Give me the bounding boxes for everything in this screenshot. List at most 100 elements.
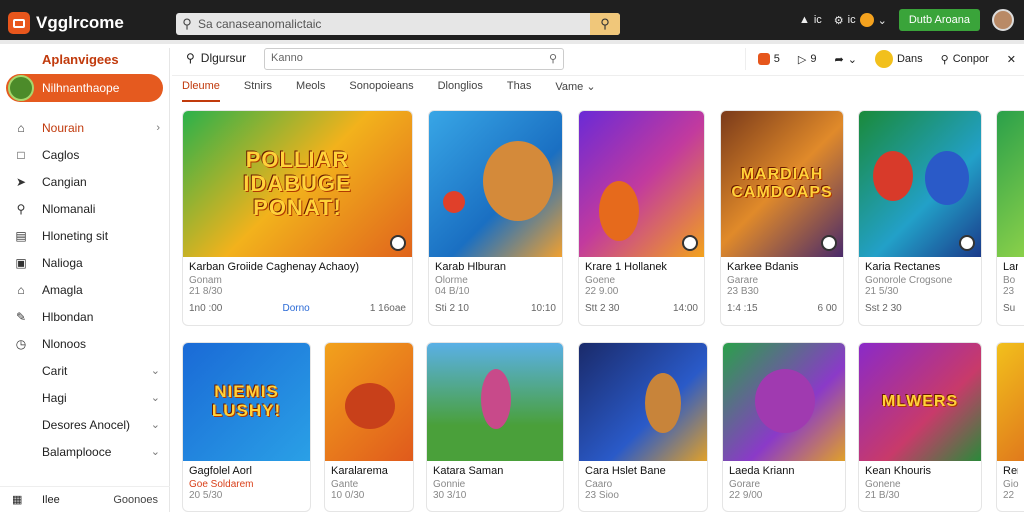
orange-badge-button[interactable]: 5 <box>757 53 780 65</box>
share-icon: ➦ <box>834 53 844 66</box>
chevron-right-icon: › <box>156 121 160 134</box>
game-card[interactable]: Karia Rectanes Gonorole Crogsone 21 5/30… <box>858 110 982 326</box>
coin-icon <box>859 13 874 27</box>
game-thumbnail <box>859 111 981 257</box>
game-thumbnail <box>429 111 562 257</box>
dans-button[interactable]: Dans <box>874 50 923 68</box>
game-title: Karkee Bdanis <box>727 261 799 273</box>
sidebar-subitem-desores[interactable]: Desores Anocel) ⌄ <box>0 411 170 438</box>
game-title: Rer <box>1003 465 1018 477</box>
tab-stnirs[interactable]: Stnirs <box>244 80 272 102</box>
sidebar-pill-button[interactable]: Nilhnanthaope <box>6 74 163 102</box>
book-icon: ▤ <box>15 228 27 243</box>
home-icon: ⌂ <box>17 120 25 135</box>
search-icon: ⚲ <box>548 53 557 65</box>
image-icon: ▣ <box>15 255 27 270</box>
badge-icon <box>390 235 406 251</box>
sidebar-subitem-balamplooce[interactable]: Balamplooce ⌄ <box>0 438 170 465</box>
share-button[interactable]: ➦ ⌄ <box>835 53 857 66</box>
game-card[interactable]: Katara Saman Gonnie 30 3/10 <box>426 342 564 512</box>
sidebar: Aplanvigees Nilhnanthaope ⌂ Nourain › □ Cag… <box>0 48 170 512</box>
sidebar-item-hloneting[interactable]: ▤ Hloneting sit <box>0 222 170 249</box>
sidebar-item-cangian[interactable]: ➤ Cangian <box>0 168 170 195</box>
bell-icon: ▲ <box>798 14 810 26</box>
sidebar-list: ⌂ Nourain › □ Caglos ➤ Cangian ⚲ Nlomanali ▤ H… <box>0 114 170 465</box>
tab-dleume[interactable]: Dleume <box>182 80 220 102</box>
sidebar-item-amagla[interactable]: ⌂ Amagla <box>0 276 170 303</box>
sidebar-item-hlbondan[interactable]: ✎ Hlbondan <box>0 303 170 330</box>
sidebar-footer[interactable]: ▦ Ilee Goonoes <box>0 486 170 512</box>
game-thumbnail <box>427 343 563 461</box>
game-card[interactable]: Cara Hslet Bane Caaro 23 Sioo <box>578 342 708 512</box>
game-thumbnail: MARDIAH CAMDOAPS <box>721 111 843 257</box>
chevron-down-icon: ⌄ <box>877 14 887 27</box>
sidebar-subitem-hagi[interactable]: Hagi ⌄ <box>0 384 170 411</box>
game-thumbnail: NIEMIS LUSHY! <box>183 343 310 461</box>
sidebar-item-nalioga[interactable]: ▣ Nalioga <box>0 249 170 276</box>
game-title: Karban Groiide Caghenay Achaoy) <box>189 261 359 273</box>
search-icon: ⚲ <box>940 53 949 66</box>
avatar[interactable] <box>992 9 1014 31</box>
game-card[interactable]: NIEMIS LUSHY! Gagfolel Aorl Goe Soldarem… <box>182 342 311 512</box>
play-icon: ▷ <box>797 53 807 66</box>
game-title: Kean Khouris <box>865 465 932 477</box>
game-thumbnail: MLWERS <box>859 343 981 461</box>
game-card[interactable]: Karab Hlburan Olorme 04 B/10 Sti 2 10 10:… <box>428 110 563 326</box>
chevron-down-icon: ⌄ <box>150 365 160 377</box>
tab-sonopoieans[interactable]: Sonopoieans <box>349 80 413 102</box>
clock-icon: ◷ <box>15 336 27 351</box>
content-search-label: ⚲ Dlgursur <box>186 51 247 65</box>
chevron-down-icon: ⌄ <box>150 419 160 431</box>
notification-button[interactable]: ▲ ic <box>799 14 822 26</box>
game-thumbnail <box>325 343 413 461</box>
game-avatar-icon <box>8 75 34 101</box>
category-tabs: Dleume Stnirs Meols Sonopoieans Dlonglio… <box>182 80 596 102</box>
sidebar-item-nlonoos[interactable]: ◷ Nlonoos <box>0 330 170 357</box>
sidebar-item-nlomanali[interactable]: ⚲ Nlomanali <box>0 195 170 222</box>
search-button[interactable]: ⚲ <box>590 13 620 35</box>
game-card[interactable]: Krare 1 Hollanek Goene 22 9.00 Stt 2 30 1… <box>578 110 705 326</box>
tab-thas[interactable]: Thas <box>507 80 531 102</box>
content-search-input[interactable]: Kanno ⚲ <box>264 48 564 70</box>
game-title: Gagfolel Aorl <box>189 465 252 477</box>
tab-dlonglios[interactable]: Dlonglios <box>438 80 483 102</box>
top-bar: Vgglrcome ⚲ Sa canaseanomalictaic ⚲ ▲ ic … <box>0 0 1024 44</box>
gear-icon: ⚙ <box>833 14 844 27</box>
chevron-down-icon: ⌄ <box>150 446 160 458</box>
game-card[interactable]: POLLIAR IDABUGE PONAT! Karban Groiide Ca… <box>182 110 413 326</box>
game-title: Krare 1 Hollanek <box>585 261 667 273</box>
app-logo[interactable]: Vgglrcome <box>8 12 124 34</box>
home-alt-icon: ⌂ <box>17 282 25 297</box>
game-card[interactable]: Rer Gio 22 <box>996 342 1024 512</box>
play-button[interactable]: ▷ 9 <box>798 53 817 66</box>
game-card[interactable]: Karalarema Gante 10 0/30 <box>324 342 414 512</box>
game-thumbnail <box>997 343 1024 461</box>
edit-icon: ✎ <box>15 309 27 324</box>
yellow-avatar-icon <box>874 50 893 68</box>
global-search-input[interactable]: Sa canaseanomalictaic <box>198 17 590 31</box>
content-toolbar: ⚲ Dlgursur Kanno ⚲ 5 ▷ 9 ➦ ⌄ Dans ⚲ Conpor … <box>172 48 1024 76</box>
game-thumbnail <box>723 343 845 461</box>
sidebar-subitem-carit[interactable]: Carit ⌄ <box>0 357 170 384</box>
game-thumbnail <box>997 111 1024 257</box>
conpor-button[interactable]: ⚲ Conpor <box>941 53 989 66</box>
tab-meols[interactable]: Meols <box>296 80 325 102</box>
game-title: Lar <box>1003 261 1018 273</box>
game-thumbnail <box>579 111 704 257</box>
global-search[interactable]: ⚲ Sa canaseanomalictaic ⚲ <box>176 13 620 35</box>
badge-icon <box>757 53 770 65</box>
close-button[interactable]: ✕ <box>1007 53 1016 66</box>
game-title: Karab Hlburan <box>435 261 506 273</box>
game-title: Karia Rectanes <box>865 261 941 273</box>
game-title: Katara Saman <box>433 465 504 477</box>
game-card[interactable]: Lar Bo 23 Su <box>996 110 1024 326</box>
sidebar-item-nourain[interactable]: ⌂ Nourain › <box>0 114 170 141</box>
game-card[interactable]: Laeda Kriann Gorare 22 9/00 <box>722 342 846 512</box>
settings-button[interactable]: ⚙ ic ⌄ <box>834 13 887 27</box>
game-card[interactable]: MLWERS Kean Khouris Gonene 21 B/30 <box>858 342 982 512</box>
cta-button[interactable]: Dutb Aroana <box>898 9 980 31</box>
tab-vame[interactable]: Vame ⌄ <box>555 80 595 102</box>
search-icon: ⚲ <box>16 201 26 216</box>
sidebar-item-caglos[interactable]: □ Caglos <box>0 141 170 168</box>
game-card[interactable]: MARDIAH CAMDOAPS Karkee Bdanis Garare 23… <box>720 110 844 326</box>
